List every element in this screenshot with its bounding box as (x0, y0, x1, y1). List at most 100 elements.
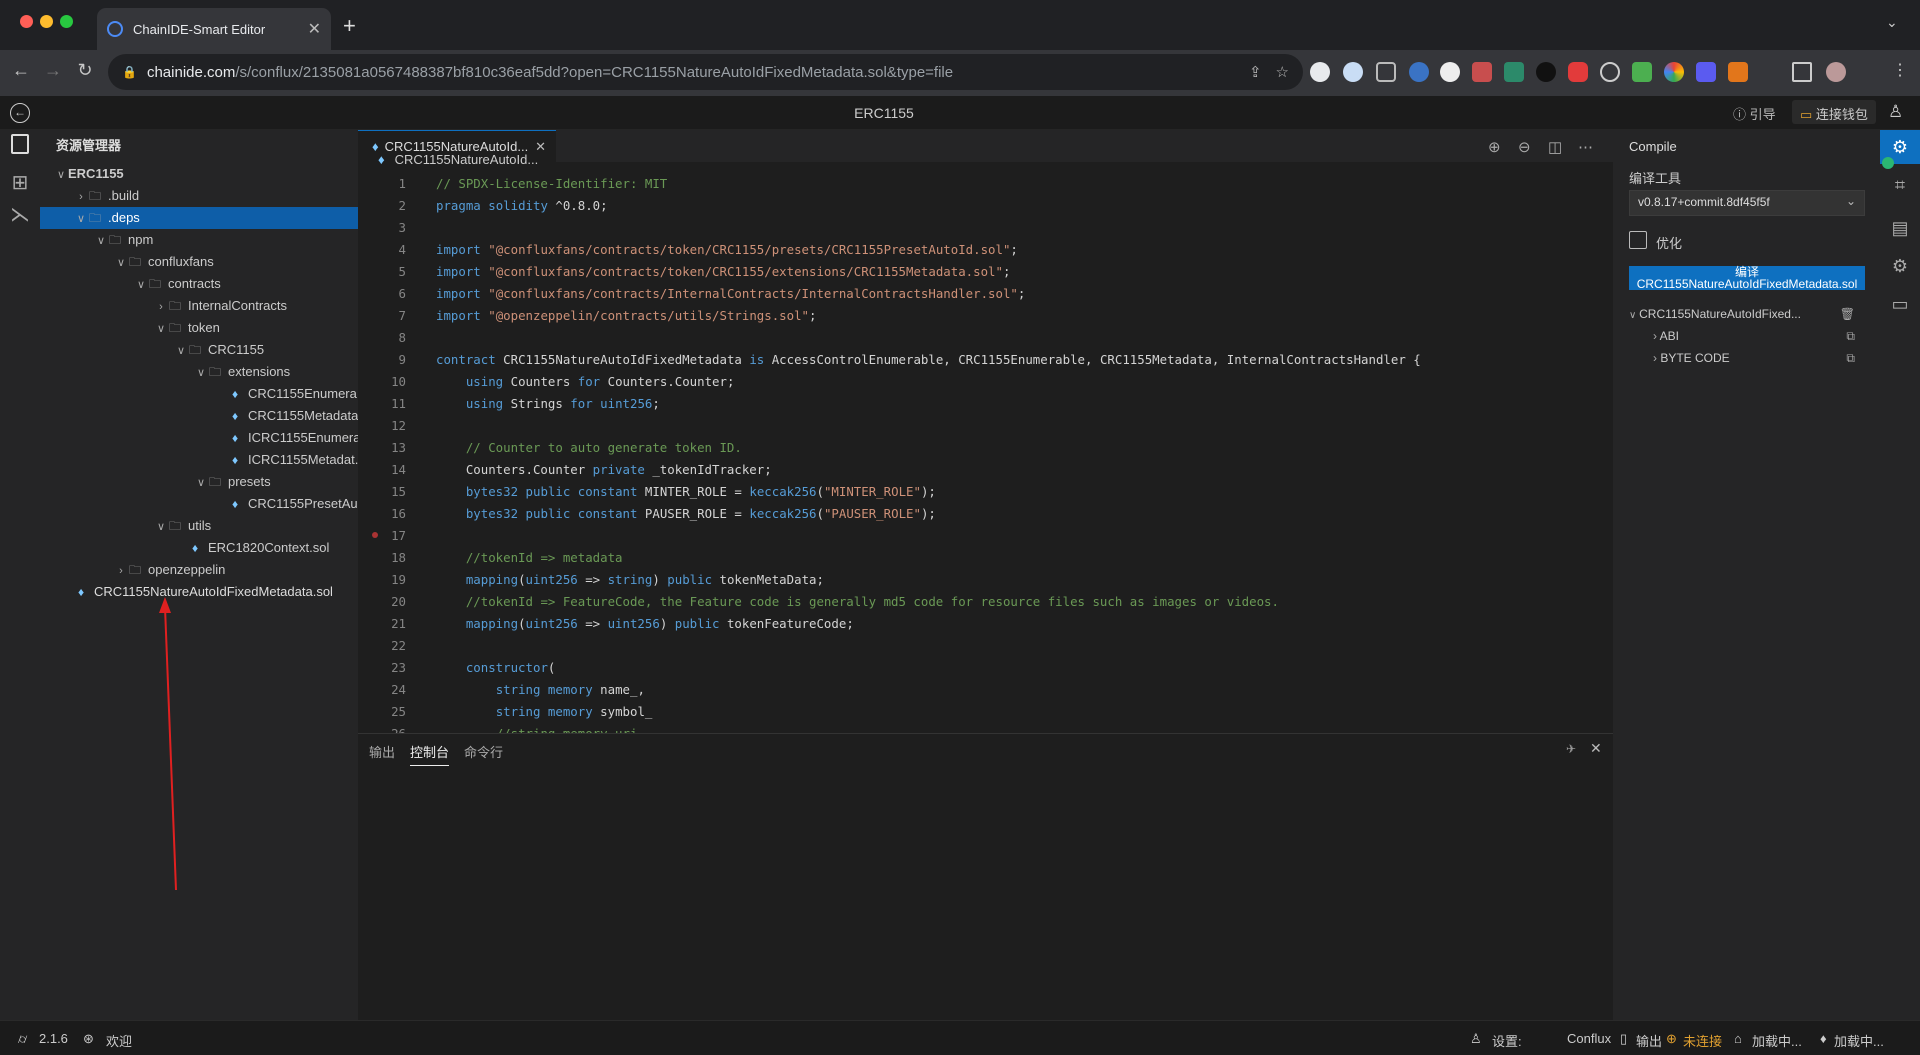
minimize-window-button[interactable] (40, 15, 53, 28)
tree-folder-item[interactable]: ∨ 🗀 .deps (40, 207, 358, 229)
zoom-out-icon[interactable]: ⊖ (1518, 138, 1531, 156)
extension-green-s-icon[interactable] (1504, 62, 1524, 82)
connection-status[interactable]: 未连接 (1683, 1031, 1722, 1050)
new-tab-icon[interactable]: + (343, 13, 356, 39)
user-icon[interactable]: ♙ (1888, 102, 1903, 122)
git-branch-icon[interactable]: ⋋ (8, 202, 32, 226)
tab-search-icon[interactable]: ⌄ (1886, 14, 1898, 31)
output-label[interactable]: 输出 (1636, 1031, 1662, 1050)
code-line[interactable]: 12 (358, 415, 1613, 437)
zoom-in-icon[interactable]: ⊕ (1488, 138, 1501, 156)
extension-badge-icon[interactable] (1472, 62, 1492, 82)
tree-folder-item[interactable]: ∨ 🗀 presets (40, 471, 358, 493)
code-line[interactable]: 8 (358, 327, 1613, 349)
tree-file-item[interactable]: ♦ ICRC1155Metadat... (40, 449, 358, 471)
tree-folder-item[interactable]: ∨ ERC1155 (40, 163, 358, 185)
tree-folder-item[interactable]: ∨ 🗀 utils (40, 515, 358, 537)
tab-output[interactable]: 输出 (369, 742, 395, 761)
explorer-files-icon[interactable] (11, 134, 29, 154)
close-tab-icon[interactable]: ✕ (308, 19, 321, 39)
split-editor-icon[interactable]: ◫ (1548, 138, 1562, 156)
code-line[interactable]: 14 Counters.Counter private _tokenIdTrac… (358, 459, 1613, 481)
extension-face-icon[interactable] (1440, 62, 1460, 82)
more-actions-icon[interactable]: ⋯ (1578, 138, 1593, 156)
close-window-button[interactable] (20, 15, 33, 28)
extension-f-icon[interactable] (1696, 62, 1716, 82)
extension-dark-icon[interactable] (1536, 62, 1556, 82)
network-name[interactable]: Conflux (1567, 1031, 1611, 1046)
address-bar[interactable]: 🔒 chainide.com/s/conflux/2135081a0567488… (108, 54, 1303, 90)
bookmark-star-icon[interactable]: ☆ (1276, 63, 1289, 81)
code-line[interactable]: 25 string memory symbol_ (358, 701, 1613, 723)
code-line[interactable]: 17 (358, 525, 1613, 547)
extension-circle-icon[interactable] (1600, 62, 1620, 82)
connect-wallet-button[interactable]: ▭ 连接钱包 (1792, 100, 1876, 124)
breadcrumb[interactable]: ♦ CRC1155NatureAutoId... (378, 152, 538, 167)
welcome-icon[interactable]: ⊛ (83, 1031, 94, 1047)
code-line[interactable]: 19 mapping(uint256 => string) public tok… (358, 569, 1613, 591)
extension-e-icon[interactable] (1409, 62, 1429, 82)
code-line[interactable]: 10 using Counters for Counters.Counter; (358, 371, 1613, 393)
settings-gear-icon[interactable]: ⚙ (1888, 256, 1912, 280)
breakpoint-marker[interactable] (372, 532, 378, 538)
tree-folder-item[interactable]: › 🗀 InternalContracts (40, 295, 358, 317)
code-line[interactable]: 11 using Strings for uint256; (358, 393, 1613, 415)
tree-folder-item[interactable]: ∨ 🗀 confluxfans (40, 251, 358, 273)
code-line[interactable]: 7 import "@openzeppelin/contracts/utils/S… (358, 305, 1613, 327)
code-line[interactable]: 21 mapping(uint256 => uint256) public to… (358, 613, 1613, 635)
welcome-label[interactable]: 欢迎 (106, 1031, 132, 1050)
clear-console-icon[interactable]: ✈ (1566, 742, 1576, 756)
copy-bytecode-icon[interactable]: ⧉ (1846, 351, 1855, 366)
code-line[interactable]: 20 //tokenId => FeatureCode, the Feature… (358, 591, 1613, 613)
share-icon[interactable]: ⇪ (1249, 63, 1262, 81)
tab-terminal[interactable]: 命令行 (464, 742, 503, 761)
tree-folder-item[interactable]: › 🗀 .build (40, 185, 358, 207)
back-icon[interactable]: ← (6, 60, 36, 81)
code-line[interactable]: 24 string memory name_, (358, 679, 1613, 701)
code-line[interactable]: 2 pragma solidity ^0.8.0; (358, 195, 1613, 217)
profile-avatar[interactable] (1826, 62, 1846, 82)
extensions-blocks-icon[interactable]: ⊞ (8, 170, 32, 194)
extension-chrome-icon[interactable] (1664, 62, 1684, 82)
metamask-fox-icon[interactable] (1728, 62, 1748, 82)
forward-icon[interactable]: → (38, 60, 68, 81)
tree-folder-item[interactable]: ∨ 🗀 contracts (40, 273, 358, 295)
reload-icon[interactable]: ↻ (70, 60, 100, 81)
tree-file-item[interactable]: ♦ ICRC1155Enumera... (40, 427, 358, 449)
bytecode-item[interactable]: › BYTE CODE ⧉ (1653, 351, 1865, 365)
code-line[interactable]: 13 // Counter to auto generate token ID. (358, 437, 1613, 459)
tree-file-item[interactable]: ♦ CRC1155Enumera... (40, 383, 358, 405)
code-line[interactable]: 26 //string memory uri (358, 723, 1613, 733)
close-panel-icon[interactable]: ✕ (1590, 740, 1602, 757)
code-line[interactable]: 5 import "@confluxfans/contracts/token/CR… (358, 261, 1613, 283)
copy-abi-icon[interactable]: ⧉ (1846, 329, 1855, 344)
toolbox-icon[interactable]: ▭ (1888, 294, 1912, 318)
abi-item[interactable]: › ABI ⧉ (1653, 329, 1865, 343)
tree-folder-item[interactable]: ∨ 🗀 npm (40, 229, 358, 251)
code-line[interactable]: 16 bytes32 public constant PAUSER_ROLE =… (358, 503, 1613, 525)
trash-icon[interactable]: 🗑 (1840, 307, 1855, 321)
code-line[interactable]: 1 // SPDX-License-Identifier: MIT (358, 173, 1613, 195)
code-line[interactable]: 23 constructor( (358, 657, 1613, 679)
code-area[interactable]: 1 // SPDX-License-Identifier: MIT 2 pragma … (358, 173, 1613, 733)
tab-console[interactable]: 控制台 (410, 742, 450, 766)
browser-menu-icon[interactable]: ⋮ (1892, 60, 1908, 80)
extension-bird-icon[interactable] (1310, 62, 1330, 82)
settings-label[interactable]: 设置: (1492, 1031, 1522, 1050)
browser-tab[interactable]: ChainIDE-Smart Editor ✕ (97, 8, 331, 50)
tree-folder-item[interactable]: ∨ 🗀 CRC1155 (40, 339, 358, 361)
code-line[interactable]: 22 (358, 635, 1613, 657)
tree-file-item[interactable]: ♦ ERC1820Context.sol (40, 537, 358, 559)
tree-folder-item[interactable]: ∨ 🗀 token (40, 317, 358, 339)
code-line[interactable]: 9 contract CRC1155NatureAutoIdFixedMetada… (358, 349, 1613, 371)
code-line[interactable]: 18 //tokenId => metadata (358, 547, 1613, 569)
tree-file-item[interactable]: ♦ CRC1155PresetAu... (40, 493, 358, 515)
extension-red-icon[interactable] (1568, 62, 1588, 82)
extension-grid-icon[interactable] (1632, 62, 1652, 82)
tree-file-item[interactable]: ♦ CRC1155Metadata... (40, 405, 358, 427)
clipboard-icon[interactable]: ▤ (1888, 218, 1912, 242)
tree-folder-item[interactable]: ∨ 🗀 extensions (40, 361, 358, 383)
compile-button[interactable]: 编译 CRC1155NatureAutoIdFixedMetadata.sol (1629, 266, 1865, 290)
code-line[interactable]: 6 import "@confluxfans/contracts/Internal… (358, 283, 1613, 305)
tree-file-item[interactable]: ♦ CRC1155NatureAutoIdFixedMetadata.sol (40, 581, 358, 603)
